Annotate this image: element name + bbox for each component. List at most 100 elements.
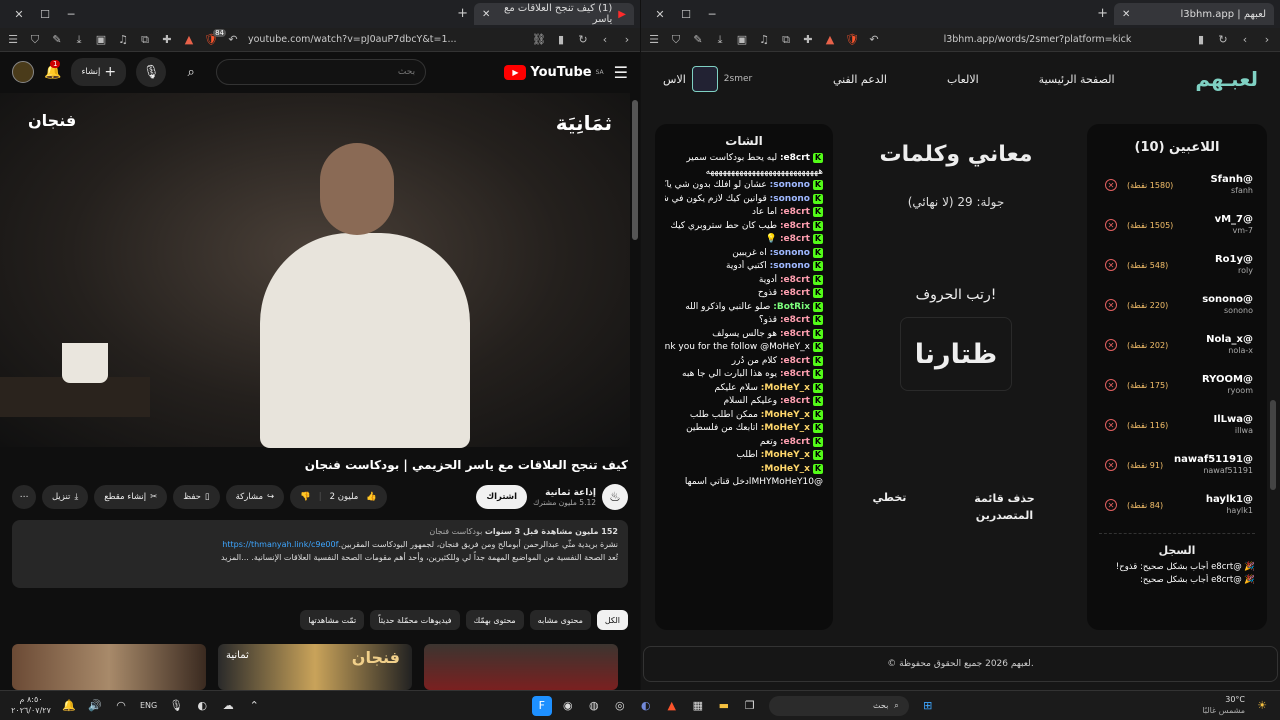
chat-username[interactable]: e8crt: (780, 315, 810, 325)
tab-l3bhm[interactable]: لعبهم | l3bhm.app ✕ (1114, 3, 1274, 25)
windows-start-icon[interactable]: ⊞ (918, 696, 938, 716)
music-icon[interactable]: ♫ (116, 33, 130, 47)
downloads-icon[interactable]: ⤓ (713, 33, 727, 47)
fences-icon[interactable]: F (531, 695, 552, 716)
youtube-logo[interactable]: ▶ YouTube SA (504, 64, 604, 80)
channel-info[interactable]: ♨ إذاعة ثمانية 5.12 مليون مشترك (533, 484, 628, 510)
related-thumbnail-2[interactable]: فنجان ثمانية (218, 644, 412, 690)
nav-username[interactable]: 2smer (724, 74, 752, 84)
chat-username[interactable]: sonono: (770, 248, 810, 258)
tab-close-icon[interactable]: ✕ (1122, 9, 1130, 20)
remove-player-icon[interactable]: ✕ (1105, 299, 1117, 311)
chat-username[interactable]: e8crt: (780, 356, 810, 366)
close-window-icon[interactable]: ✕ (6, 8, 32, 21)
bell-icon[interactable]: 🔔 1 (44, 60, 61, 80)
puzzle-icon[interactable]: ✚ (801, 33, 815, 47)
brave-rewards-icon[interactable]: ▲ (182, 33, 196, 47)
taskbar-search[interactable]: بحث ⌕ (768, 695, 909, 716)
bookmark-icon[interactable]: ▮ (1194, 33, 1208, 47)
chrome-icon[interactable]: ◉ (558, 696, 578, 716)
tray-chevron-icon[interactable]: ⌃ (244, 696, 264, 716)
like-icon[interactable]: 👍 (366, 492, 377, 502)
chat-username[interactable]: MoHeY_x: (761, 450, 810, 460)
remove-player-icon[interactable]: ✕ (1105, 179, 1117, 191)
avatar[interactable] (12, 61, 34, 83)
new-tab-icon[interactable]: + (457, 6, 468, 21)
volume-icon[interactable]: 🔊 (85, 696, 105, 716)
menu-icon[interactable]: ☰ (647, 33, 661, 47)
file-explorer-icon[interactable]: ▬ (714, 696, 734, 716)
chip-watched[interactable]: تمّت مشاهدتها (300, 610, 365, 630)
nav-support[interactable]: الدعم الفني (833, 73, 887, 86)
nav-cutoff[interactable]: الاس (663, 73, 686, 86)
forward-icon[interactable]: › (1260, 33, 1274, 47)
channel-avatar[interactable]: ♨ (602, 484, 628, 510)
video-description[interactable]: 152 مليون مشاهدة قبل 3 سنوات بودكاست فنج… (12, 520, 628, 588)
search-icon[interactable]: ⌕ (176, 57, 206, 87)
tab-close-icon[interactable]: ✕ (482, 9, 490, 20)
chat-username[interactable]: e8crt: (780, 329, 810, 339)
chat-username[interactable]: e8crt: (780, 369, 810, 379)
extensions-icon[interactable]: ✎ (691, 33, 705, 47)
minimize-window-icon[interactable]: ─ (58, 8, 84, 21)
channel-name[interactable]: إذاعة ثمانية (533, 488, 596, 498)
nav-home[interactable]: الصفحة الرئيسية (1039, 73, 1115, 86)
downloads-icon[interactable]: ⤓ (72, 33, 86, 47)
clock[interactable]: ٨:٥٠ م ٢٠٢٦/٠٧/٢٧ (6, 695, 56, 716)
video-player[interactable]: ثمَانِيَة فنجان (0, 93, 630, 448)
remove-player-icon[interactable]: ✕ (1105, 339, 1117, 351)
chat-username[interactable]: BotRix: (773, 302, 810, 312)
clear-leaderboard-button[interactable]: حذف قائمة المتصدرين (969, 491, 1039, 524)
obs-icon[interactable]: ◎ (610, 696, 630, 716)
chat-username[interactable]: e8crt: (780, 153, 810, 163)
hamburger-menu-icon[interactable]: ☰ (614, 63, 628, 82)
left-scrollbar[interactable] (632, 100, 638, 240)
chat-username[interactable]: e8crt: (780, 234, 810, 244)
reload-icon[interactable]: ↻ (576, 33, 590, 47)
chat-username[interactable]: sonono: (770, 180, 810, 190)
extensions-icon[interactable]: ✎ (50, 33, 64, 47)
chat-username[interactable]: MoHeY_x: (761, 383, 810, 393)
more-actions-icon[interactable]: ⋯ (12, 485, 36, 509)
language-indicator[interactable]: ENG (140, 701, 157, 710)
chat-username[interactable]: MoHeY_x: (761, 410, 810, 420)
chat-username[interactable]: MoHeY_x: (761, 423, 810, 433)
music-icon[interactable]: ♫ (757, 33, 771, 47)
nav-games[interactable]: الالعاب (947, 73, 979, 86)
sidebar-icon[interactable]: ▣ (735, 33, 749, 47)
site-logo[interactable]: لعبـهم (1195, 67, 1258, 91)
chat-username[interactable]: e8crt: (780, 396, 810, 406)
user-avatar[interactable] (691, 66, 718, 92)
brave-icon[interactable]: ▲ (662, 696, 682, 716)
related-thumbnail-1[interactable] (12, 644, 206, 690)
wifi-icon[interactable]: ◠ (111, 696, 131, 716)
chat-username[interactable]: e8crt: (780, 207, 810, 217)
address-bar[interactable]: youtube.com/watch?v=pJ0auP7dbcY&t=1... (248, 34, 524, 45)
bookmark-icon[interactable]: ▮ (554, 33, 568, 47)
chat-username[interactable]: e8crt: (780, 437, 810, 447)
search-input[interactable]: بحث (216, 59, 427, 85)
address-bar[interactable]: l3bhm.app/words/2smer?platform=kick (889, 34, 1186, 45)
minimize-window-icon[interactable]: ─ (699, 8, 725, 21)
share-button[interactable]: مشاركة ↪ (225, 485, 285, 509)
maximize-window-icon[interactable]: ☐ (32, 8, 58, 21)
screenshot-icon[interactable]: ⧉ (138, 33, 152, 47)
cloud-tray-icon[interactable]: ☁ (218, 696, 238, 716)
tab-youtube[interactable]: ▶ (1) كيف تنجح العلاقات مع ياسر ✕ (474, 3, 634, 25)
back-icon[interactable]: ‹ (1238, 33, 1252, 47)
chip-interest[interactable]: محتوى بهمّك (465, 610, 524, 630)
discord-icon[interactable]: ◐ (636, 696, 656, 716)
back-icon[interactable]: ‹ (598, 33, 612, 47)
forward-icon[interactable]: › (620, 33, 634, 47)
mic-icon[interactable]: 🎙 (136, 57, 167, 87)
chat-username[interactable]: MoHeY_x: (761, 464, 810, 474)
brave-rewards-icon[interactable]: ▲ (823, 33, 837, 47)
close-window-icon[interactable]: ✕ (647, 8, 673, 21)
clip-button[interactable]: إنشاء مقطع ✂ (94, 485, 168, 509)
remove-player-icon[interactable]: ✕ (1105, 219, 1117, 231)
chip-all[interactable]: الكل (596, 610, 628, 630)
brave-shield-icon[interactable]: 🛡 84 (204, 28, 226, 47)
dislike-icon[interactable]: 👎 (300, 492, 311, 502)
save-button[interactable]: حفظ ▯ (173, 485, 220, 509)
chip-similar[interactable]: محتوى مشابه (529, 610, 591, 630)
